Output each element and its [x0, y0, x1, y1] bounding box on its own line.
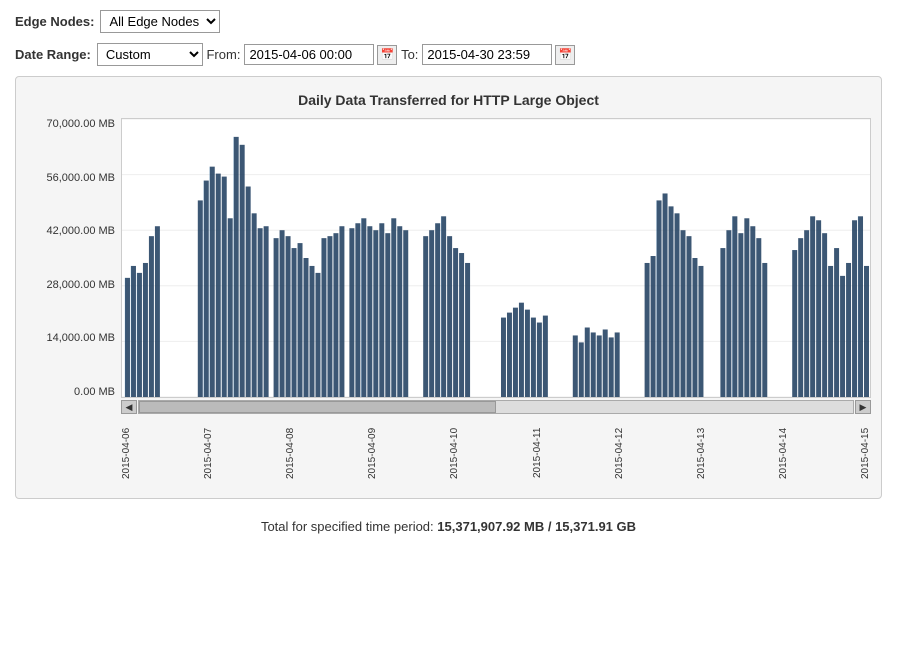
y-label-3: 28,000.00 MB [47, 279, 116, 291]
y-label-5: 56,000.00 MB [47, 172, 116, 184]
x-label-3: 2015-04-08 [285, 418, 296, 488]
edge-nodes-label: Edge Nodes: [15, 14, 94, 29]
to-label: To: [401, 47, 418, 62]
chart-area: 70,000.00 MB 56,000.00 MB 42,000.00 MB 2… [26, 118, 871, 488]
chart-title: Daily Data Transferred for HTTP Large Ob… [26, 92, 871, 108]
chart-container: Daily Data Transferred for HTTP Large Ob… [15, 76, 882, 499]
scrollbar-row: ◀ ▶ [121, 400, 871, 414]
x-label-2: 2015-04-07 [203, 418, 214, 488]
x-label-8: 2015-04-13 [696, 418, 707, 488]
x-label-6: 2015-04-11 [532, 418, 543, 488]
to-date-input[interactable] [422, 44, 552, 65]
chart-inner: ◀ ▶ 2015-04-06 2015-04-07 2015-04-08 201… [121, 118, 871, 488]
y-label-6: 70,000.00 MB [47, 118, 116, 130]
chart-svg [122, 119, 870, 397]
from-calendar-icon[interactable]: 📅 [377, 45, 397, 65]
date-range-select[interactable]: CustomLast 7 DaysLast 30 DaysLast Month [97, 43, 203, 66]
y-label-2: 14,000.00 MB [47, 332, 116, 344]
y-axis: 70,000.00 MB 56,000.00 MB 42,000.00 MB 2… [26, 118, 121, 398]
x-label-9: 2015-04-14 [778, 418, 789, 488]
x-label-7: 2015-04-12 [614, 418, 625, 488]
edge-nodes-row: Edge Nodes: All Edge NodesEdge Node 1Edg… [15, 10, 882, 33]
from-date-input[interactable] [244, 44, 374, 65]
chart-plot [121, 118, 871, 398]
y-label-4: 42,000.00 MB [47, 225, 116, 237]
from-label: From: [206, 47, 240, 62]
to-calendar-icon[interactable]: 📅 [555, 45, 575, 65]
x-label-1: 2015-04-06 [121, 418, 132, 488]
date-range-label: Date Range: [15, 47, 91, 62]
bar-group [125, 137, 869, 397]
scroll-left-arrow[interactable]: ◀ [121, 400, 137, 414]
scrollbar-track[interactable] [138, 400, 854, 414]
total-value: 15,371,907.92 MB / 15,371.91 GB [437, 519, 636, 534]
total-label: Total for specified time period: [261, 519, 434, 534]
x-label-5: 2015-04-10 [449, 418, 460, 488]
x-label-10: 2015-04-15 [860, 418, 871, 488]
x-label-4: 2015-04-09 [367, 418, 378, 488]
edge-nodes-select[interactable]: All Edge NodesEdge Node 1Edge Node 2 [100, 10, 220, 33]
scrollbar-thumb[interactable] [139, 401, 496, 413]
y-label-1: 0.00 MB [74, 386, 115, 398]
x-axis-labels: 2015-04-06 2015-04-07 2015-04-08 2015-04… [121, 418, 871, 488]
date-range-row: Date Range: CustomLast 7 DaysLast 30 Day… [15, 43, 882, 66]
scroll-right-arrow[interactable]: ▶ [855, 400, 871, 414]
total-row: Total for specified time period: 15,371,… [15, 519, 882, 534]
